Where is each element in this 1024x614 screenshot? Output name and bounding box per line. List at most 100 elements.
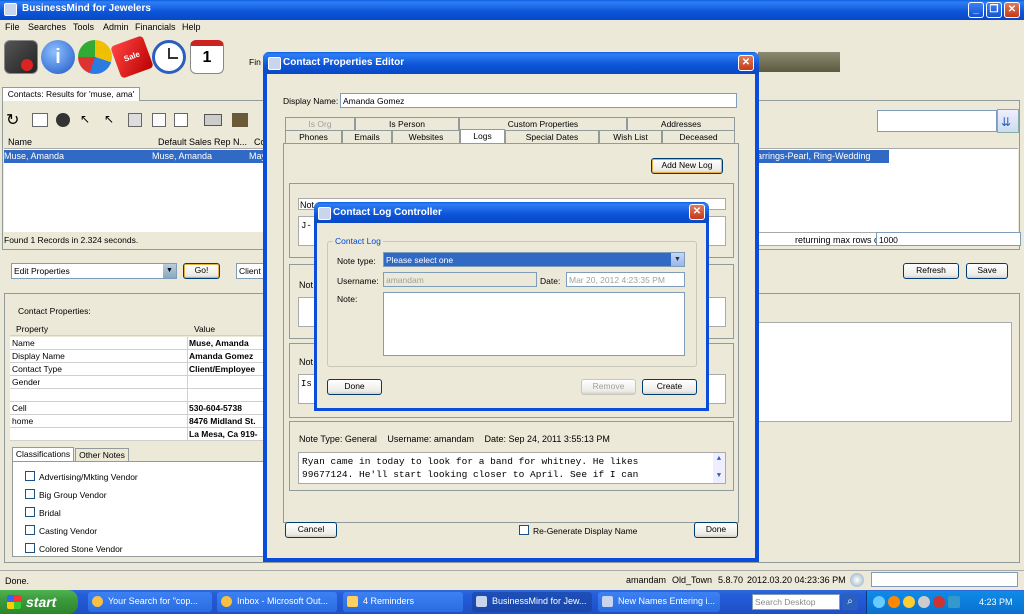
- start-button[interactable]: start: [0, 590, 78, 614]
- task-search[interactable]: Your Search for "cop...: [88, 592, 212, 612]
- tab-addresses[interactable]: Addresses: [627, 117, 735, 130]
- grid-icon[interactable]: [32, 113, 48, 127]
- restore-icon[interactable]: ❐: [986, 2, 1002, 18]
- printer-icon[interactable]: [204, 114, 222, 126]
- tab-is-person[interactable]: Is Person: [355, 117, 459, 130]
- chevron-down-icon[interactable]: ▼: [671, 253, 684, 266]
- tray-icon[interactable]: [903, 596, 915, 608]
- info-icon[interactable]: i: [41, 40, 75, 74]
- close-icon[interactable]: ✕: [1004, 2, 1020, 18]
- classification-checkbox[interactable]: [25, 489, 35, 499]
- tab-is-org[interactable]: Is Org: [285, 117, 355, 130]
- tray-icon[interactable]: [933, 596, 945, 608]
- create-button[interactable]: Create: [642, 379, 697, 395]
- status-field[interactable]: [871, 572, 1018, 587]
- network-icon[interactable]: [873, 596, 885, 608]
- table-row[interactable]: Display Name Amanda Gomez: [10, 350, 264, 363]
- expand-icon[interactable]: ⇊: [997, 109, 1019, 133]
- regenerate-checkbox[interactable]: [519, 525, 529, 535]
- scroll-down-icon[interactable]: ▼: [713, 470, 725, 483]
- add-new-log-button[interactable]: Add New Log: [651, 158, 723, 174]
- menu-help[interactable]: Help: [182, 22, 201, 32]
- log-controller-close-icon[interactable]: ✕: [689, 204, 705, 220]
- task-reminders[interactable]: 4 Reminders: [343, 592, 463, 612]
- tab-wish-list[interactable]: Wish List: [599, 130, 662, 143]
- chart-icon[interactable]: [78, 40, 112, 74]
- menu-searches[interactable]: Searches: [28, 22, 66, 32]
- globe-icon[interactable]: [56, 113, 70, 127]
- max-rows-bar: returning max rows of 1000: [758, 232, 1021, 246]
- table-row[interactable]: Gender: [10, 376, 264, 389]
- exit-icon[interactable]: [4, 40, 38, 74]
- col-name[interactable]: Name: [8, 137, 32, 147]
- prop-header: Property Value: [10, 323, 264, 336]
- tab-deceased[interactable]: Deceased: [662, 130, 735, 143]
- search-desktop-input[interactable]: Search Desktop: [752, 594, 840, 610]
- note-type-select[interactable]: Please select one ▼: [383, 252, 685, 267]
- tray-icon[interactable]: [888, 596, 900, 608]
- classification-checkbox[interactable]: [25, 471, 35, 481]
- calendar-icon[interactable]: 1: [190, 40, 224, 74]
- action-select[interactable]: Edit Properties ▼: [11, 263, 177, 279]
- editor-cancel-button[interactable]: Cancel: [285, 522, 337, 538]
- menu-file[interactable]: File: [5, 22, 20, 32]
- scroll-up-icon[interactable]: ▲: [713, 453, 725, 466]
- clipboard-icon[interactable]: [152, 113, 166, 127]
- table-row[interactable]: home 8476 Midland St.: [10, 415, 264, 428]
- tab-emails[interactable]: Emails: [342, 130, 392, 143]
- editor-done-button[interactable]: Done: [694, 522, 738, 538]
- minimize-icon[interactable]: _: [968, 2, 984, 18]
- export-icon[interactable]: [232, 113, 248, 127]
- date-field: Mar 20, 2012 4:23:35 PM: [566, 272, 685, 287]
- task-inbox[interactable]: Inbox - Microsoft Out...: [217, 592, 337, 612]
- pointer-icon[interactable]: ↖: [80, 112, 90, 126]
- log-done-button[interactable]: Done: [327, 379, 382, 395]
- classification-checkbox[interactable]: [25, 525, 35, 535]
- log-text[interactable]: Ryan came in today to look for a band fo…: [298, 452, 726, 484]
- tab-other-notes[interactable]: Other Notes: [75, 448, 129, 461]
- classification-checkbox[interactable]: [25, 507, 35, 517]
- task-new-names[interactable]: New Names Entering i...: [598, 592, 720, 612]
- display-name-input[interactable]: Amanda Gomez: [340, 93, 737, 108]
- cell-divider: [187, 363, 188, 376]
- tray-icon[interactable]: [918, 596, 930, 608]
- table-row[interactable]: Name Muse, Amanda: [10, 337, 264, 350]
- tab-websites[interactable]: Websites: [392, 130, 460, 143]
- max-rows-input[interactable]: 1000: [876, 232, 1021, 246]
- tab-classifications[interactable]: Classifications: [12, 447, 74, 461]
- tab-results[interactable]: Contacts: Results for 'muse, ama': [2, 87, 140, 101]
- table-row[interactable]: Contact Type Client/Employee: [10, 363, 264, 376]
- note-textarea[interactable]: [383, 292, 685, 356]
- status-text: Done.: [5, 576, 30, 586]
- document-icon[interactable]: [174, 113, 188, 127]
- sale-tag-icon[interactable]: Sale: [110, 35, 154, 79]
- save-button[interactable]: Save: [966, 263, 1008, 279]
- client-field[interactable]: Client: [236, 263, 266, 279]
- tab-logs[interactable]: Logs: [460, 129, 505, 143]
- chevron-down-icon[interactable]: ▼: [163, 264, 176, 278]
- editor-close-icon[interactable]: ✕: [738, 55, 754, 71]
- log-scrollbar[interactable]: ▲ ▼: [713, 453, 725, 483]
- menu-financials[interactable]: Financials: [135, 22, 176, 32]
- task-businessmind[interactable]: BusinessMind for Jew...: [472, 592, 592, 612]
- search-field[interactable]: [877, 110, 997, 132]
- pointer-alt-icon[interactable]: ↖: [104, 112, 114, 126]
- col-rep[interactable]: Default Sales Rep N...: [158, 137, 247, 147]
- search-icon[interactable]: ⌕: [842, 594, 858, 610]
- clock-icon[interactable]: [152, 40, 186, 74]
- menu-admin[interactable]: Admin: [103, 22, 129, 32]
- tab-phones[interactable]: Phones: [285, 130, 342, 143]
- refresh-icon[interactable]: ↻: [6, 110, 19, 130]
- tab-special-dates[interactable]: Special Dates: [505, 130, 599, 143]
- copy-icon[interactable]: [128, 113, 142, 127]
- refresh-button[interactable]: Refresh: [903, 263, 959, 279]
- main-title: BusinessMind for Jewelers: [22, 3, 151, 14]
- go-button[interactable]: Go!: [183, 263, 220, 279]
- menu-tools[interactable]: Tools: [73, 22, 94, 32]
- volume-icon[interactable]: [948, 596, 960, 608]
- table-row[interactable]: [10, 389, 264, 402]
- editor-app-icon: [268, 57, 281, 70]
- table-row[interactable]: La Mesa, Ca 919-: [10, 428, 264, 441]
- table-row[interactable]: Cell 530-604-5738: [10, 402, 264, 415]
- classification-checkbox[interactable]: [25, 543, 35, 553]
